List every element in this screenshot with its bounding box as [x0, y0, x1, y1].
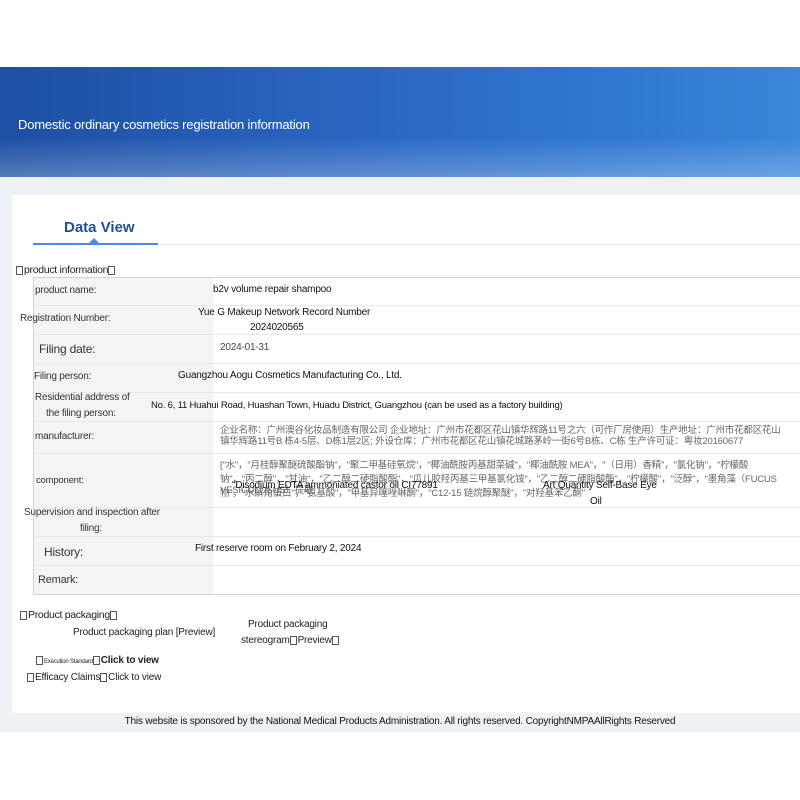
tab-data-view[interactable]: Data View [64, 219, 135, 236]
component-english-a: "Disodium EDTA ammoniated castor oil CI7… [232, 480, 438, 491]
bracket-icon [100, 672, 108, 682]
row-divider [34, 565, 800, 566]
section-title: Product packaging [28, 609, 110, 621]
registration-number-value-line1: Yue G Makeup Network Record Number [198, 307, 371, 318]
product-name-label: product name: [35, 285, 97, 296]
row-divider [34, 536, 800, 537]
bracket-icon [27, 672, 34, 682]
section-product-information: product information [16, 264, 116, 276]
stereogram-label-line1: Product packaging [248, 619, 328, 630]
row-divider [34, 421, 800, 422]
packaging-plan-preview-link[interactable]: [Preview] [176, 627, 216, 638]
residential-address-label-line1: Residential address of [35, 392, 130, 403]
residential-address-value: No. 6, 11 Huahui Road, Huashan Town, Hua… [151, 400, 563, 411]
filing-date-label: Filing date: [39, 342, 96, 356]
remark-label: Remark: [38, 574, 79, 586]
filing-date-value: 2024-01-31 [220, 342, 270, 353]
stereogram-preview-link[interactable]: Preview [298, 635, 332, 646]
registration-number-value-line2: 2024020565 [250, 322, 304, 333]
residential-address-label-line2: the filing person: [46, 408, 116, 419]
tab-indicator-icon [89, 238, 99, 243]
bracket-icon [92, 655, 100, 665]
row-divider [34, 334, 800, 335]
efficacy-claims-link[interactable]: Click to view [108, 672, 161, 683]
section-title: product information [24, 264, 109, 276]
bracket-icon [16, 265, 23, 275]
tab-divider [158, 244, 800, 245]
bracket-icon [20, 610, 27, 620]
manufacturer-value-line1: 企业名称：广州澳谷化妆品制造有限公司 企业地址：广州市花都区花山镇华辉路11号之… [220, 425, 781, 436]
history-label: History: [44, 545, 84, 559]
supervision-label-line2: filing: [80, 523, 102, 534]
execution-standard-item: Execution Standard Click to view [36, 655, 159, 666]
row-divider [34, 305, 800, 306]
footer-copyright: This website is sponsored by the Nationa… [124, 716, 676, 727]
execution-standard-link[interactable]: Click to view [101, 655, 159, 666]
product-name-value: b2v volume repair shampoo [213, 284, 332, 295]
bracket-icon [36, 655, 43, 665]
tab-underline [33, 243, 158, 245]
component-chinese-line1: ["水"，"月桂醇聚醚硫酸酯钠"，"聚二甲基硅氧烷"，"椰油酰胺丙基甜菜碱"，"… [220, 460, 749, 471]
manufacturer-value-line2: 镇华辉路11号B 栋4-5层、D栋1层2区; 外设仓库：广州市花都区花山镇花城路… [220, 436, 744, 447]
component-english-b: Art Quantity Self-Base Eye [543, 480, 657, 491]
row-divider [34, 453, 800, 454]
execution-standard-label: Execution Standard [44, 659, 93, 665]
packaging-plan-label: Product packaging plan [73, 627, 174, 638]
component-label: component: [36, 475, 84, 486]
component-english-c: Oil [590, 496, 602, 507]
row-divider [34, 392, 800, 393]
filing-person-label: Filing person: [34, 371, 92, 382]
efficacy-claims-label: Efficacy Claims [35, 672, 101, 683]
packaging-plan-item: Product packaging plan [Preview] [73, 627, 215, 638]
row-divider [34, 363, 800, 364]
supervision-label-line1: Supervision and inspection after [24, 507, 160, 518]
bracket-icon [108, 265, 116, 275]
bracket-icon [331, 635, 339, 645]
manufacturer-label: manufacturer: [35, 431, 95, 442]
bracket-icon [289, 635, 297, 645]
stereogram-item: stereogram Preview [241, 635, 340, 646]
page-title: Domestic ordinary cosmetics registration… [18, 117, 310, 132]
filing-person-value: Guangzhou Aogu Cosmetics Manufacturing C… [178, 370, 402, 381]
efficacy-claims-item: Efficacy Claims Click to view [27, 672, 161, 683]
registration-number-label: Registration Number: [20, 313, 111, 324]
section-product-packaging: Product packaging [20, 609, 118, 621]
stereogram-label-line2: stereogram [241, 635, 290, 646]
header-banner: Domestic ordinary cosmetics registration… [0, 67, 800, 177]
bracket-icon [109, 610, 117, 620]
history-value: First reserve room on February 2, 2024 [195, 543, 362, 554]
